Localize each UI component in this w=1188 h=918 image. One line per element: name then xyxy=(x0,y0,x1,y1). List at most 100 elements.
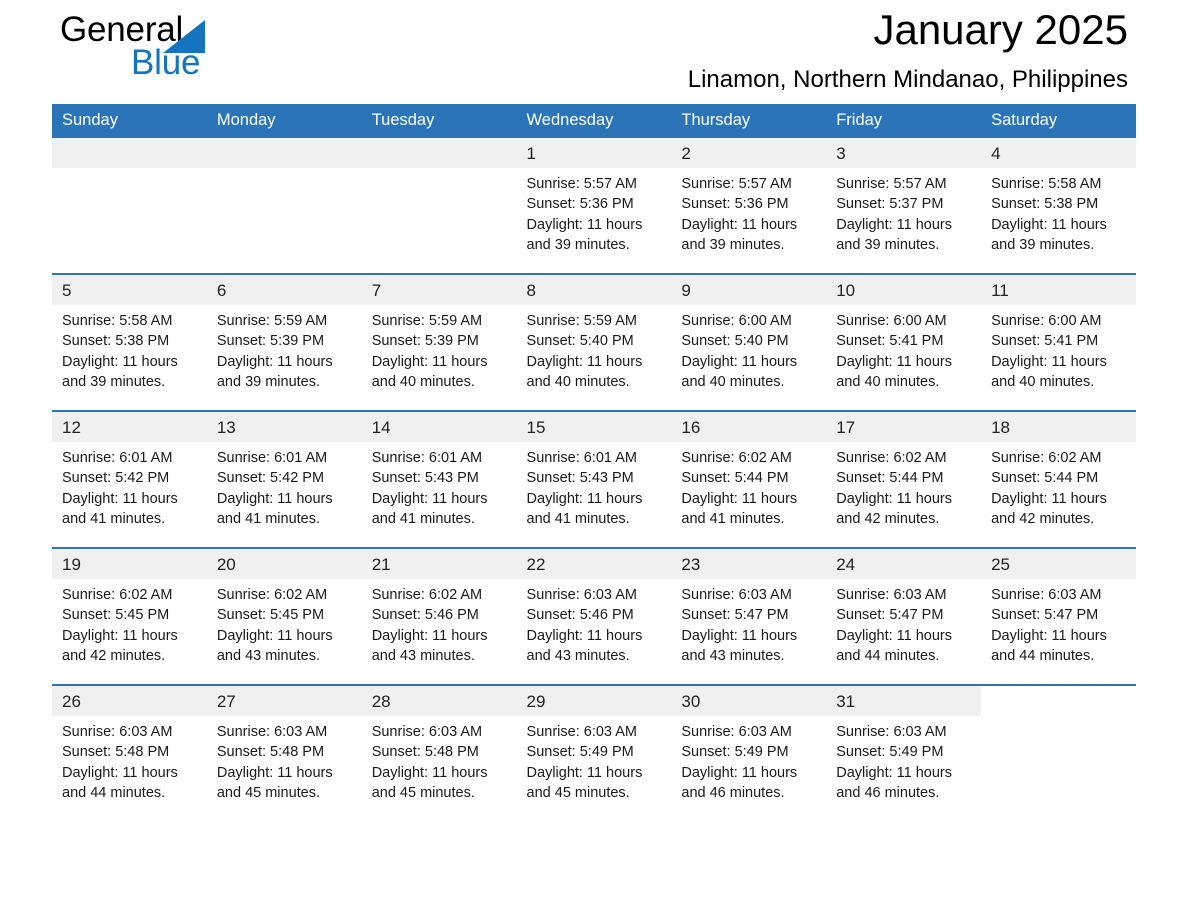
day-number xyxy=(981,686,1136,716)
detail-daylight-1: Daylight: 11 hours xyxy=(526,216,643,233)
calendar-day-cell[interactable]: 2 Sunrise: 5:57 AM Sunset: 5:36 PM Daylight… xyxy=(671,138,827,274)
calendar-week-row: 12 Sunrise: 6:01 AM Sunset: 5:42 PM Dayligh… xyxy=(52,410,1136,548)
day-number: 31 xyxy=(826,686,982,716)
calendar-day-cell[interactable]: 7 Sunrise: 5:59 AM Sunset: 5:39 PM Daylight… xyxy=(361,273,517,411)
calendar-day-cell[interactable]: 6 Sunrise: 5:59 AM Sunset: 5:39 PM Daylight… xyxy=(206,273,362,411)
day-number: 8 xyxy=(516,275,672,305)
calendar-day-cell[interactable]: 20 Sunrise: 6:02 AM Sunset: 5:45 PM Dayligh… xyxy=(206,547,362,685)
detail-daylight-1: Daylight: 11 hours xyxy=(681,216,798,233)
day-number: 24 xyxy=(826,549,982,579)
day-number: 19 xyxy=(52,549,207,579)
detail-daylight-2: and 40 minutes. xyxy=(371,373,475,390)
weekday-header-thursday: Thursday xyxy=(671,104,827,138)
detail-sunrise: Sunrise: 5:59 AM xyxy=(216,313,328,329)
calendar-day-cell[interactable]: 16 Sunrise: 6:02 AM Sunset: 5:44 PM Dayligh… xyxy=(671,410,827,548)
general-blue-logo[interactable]: General Blue xyxy=(60,8,260,92)
day-cell-content: 12 Sunrise: 6:01 AM Sunset: 5:42 PM Dayligh… xyxy=(52,412,207,547)
detail-sunset: Sunset: 5:40 PM xyxy=(681,333,789,350)
calendar-day-cell[interactable]: 25 Sunrise: 6:03 AM Sunset: 5:47 PM Dayligh… xyxy=(981,547,1136,685)
calendar-day-cell[interactable]: 22 Sunrise: 6:03 AM Sunset: 5:46 PM Dayligh… xyxy=(516,547,672,685)
detail-sunset: Sunset: 5:41 PM xyxy=(836,333,944,350)
day-cell-content: 9 Sunrise: 6:00 AM Sunset: 5:40 PM Daylight… xyxy=(671,275,827,410)
detail-daylight-2: and 39 minutes. xyxy=(526,236,630,253)
detail-daylight-1: Daylight: 11 hours xyxy=(62,764,178,781)
day-details: Sunrise: 6:03 AM Sunset: 5:46 PM Daylight:… xyxy=(517,579,672,666)
day-details: Sunrise: 6:03 AM Sunset: 5:49 PM Daylight:… xyxy=(671,716,826,803)
calendar-day-cell[interactable]: 14 Sunrise: 6:01 AM Sunset: 5:43 PM Dayligh… xyxy=(361,410,517,548)
weekday-header-wednesday: Wednesday xyxy=(516,104,672,138)
detail-sunrise: Sunrise: 6:03 AM xyxy=(836,587,947,603)
weekday-header-saturday: Saturday xyxy=(981,104,1136,138)
day-cell-content: 6 Sunrise: 5:59 AM Sunset: 5:39 PM Daylight… xyxy=(206,275,362,410)
day-details: Sunrise: 5:59 AM Sunset: 5:39 PM Daylight:… xyxy=(207,305,362,392)
detail-sunrise: Sunrise: 6:03 AM xyxy=(526,587,637,603)
masthead: General Blue January 2025 Linamon, North… xyxy=(52,0,1136,104)
day-number: 30 xyxy=(671,686,827,716)
day-cell-content xyxy=(52,138,207,273)
detail-sunrise: Sunrise: 6:02 AM xyxy=(991,450,1102,466)
day-details: Sunrise: 5:58 AM Sunset: 5:38 PM Daylight:… xyxy=(981,168,1136,255)
detail-daylight-1: Daylight: 11 hours xyxy=(216,490,333,507)
calendar-day-cell[interactable]: 28 Sunrise: 6:03 AM Sunset: 5:48 PM Dayligh… xyxy=(361,684,517,821)
calendar-day-cell[interactable]: 13 Sunrise: 6:01 AM Sunset: 5:42 PM Dayligh… xyxy=(206,410,362,548)
detail-daylight-1: Daylight: 11 hours xyxy=(526,764,643,781)
calendar-day-cell[interactable]: 4 Sunrise: 5:58 AM Sunset: 5:38 PM Daylight… xyxy=(981,138,1136,274)
day-details: Sunrise: 6:03 AM Sunset: 5:48 PM Daylight:… xyxy=(207,716,362,803)
detail-daylight-2: and 43 minutes. xyxy=(526,647,630,664)
detail-daylight-2: and 45 minutes. xyxy=(371,784,475,801)
detail-daylight-2: and 40 minutes. xyxy=(991,373,1095,390)
calendar-day-cell[interactable]: 3 Sunrise: 5:57 AM Sunset: 5:37 PM Daylight… xyxy=(826,138,982,274)
day-number xyxy=(361,138,517,168)
day-details: Sunrise: 6:01 AM Sunset: 5:43 PM Daylight:… xyxy=(517,442,672,529)
calendar-day-cell[interactable]: 30 Sunrise: 6:03 AM Sunset: 5:49 PM Dayligh… xyxy=(671,684,827,821)
calendar-day-cell[interactable]: 17 Sunrise: 6:02 AM Sunset: 5:44 PM Dayligh… xyxy=(826,410,982,548)
calendar-day-cell[interactable]: 27 Sunrise: 6:03 AM Sunset: 5:48 PM Dayligh… xyxy=(206,684,362,821)
detail-sunset: Sunset: 5:45 PM xyxy=(216,607,325,624)
detail-daylight-1: Daylight: 11 hours xyxy=(371,490,488,507)
detail-sunrise: Sunrise: 6:02 AM xyxy=(836,450,947,466)
day-cell-content: 1 Sunrise: 5:57 AM Sunset: 5:36 PM Daylight… xyxy=(516,138,672,273)
day-details: Sunrise: 6:02 AM Sunset: 5:45 PM Daylight:… xyxy=(52,579,207,666)
detail-daylight-1: Daylight: 11 hours xyxy=(991,353,1107,370)
day-number: 27 xyxy=(206,686,362,716)
calendar-day-cell[interactable]: 12 Sunrise: 6:01 AM Sunset: 5:42 PM Dayligh… xyxy=(52,410,207,548)
calendar-day-cell[interactable]: 26 Sunrise: 6:03 AM Sunset: 5:48 PM Dayligh… xyxy=(52,684,207,821)
calendar-day-cell[interactable]: 5 Sunrise: 5:58 AM Sunset: 5:38 PM Daylight… xyxy=(52,273,207,411)
detail-sunset: Sunset: 5:44 PM xyxy=(836,470,944,487)
detail-daylight-2: and 39 minutes. xyxy=(62,373,166,390)
detail-daylight-1: Daylight: 11 hours xyxy=(62,627,178,644)
detail-daylight-1: Daylight: 11 hours xyxy=(991,216,1107,233)
day-number: 23 xyxy=(671,549,827,579)
day-number xyxy=(52,138,207,168)
day-number: 6 xyxy=(206,275,362,305)
detail-daylight-1: Daylight: 11 hours xyxy=(371,764,488,781)
calendar-day-cell[interactable]: 8 Sunrise: 5:59 AM Sunset: 5:40 PM Daylight… xyxy=(516,273,672,411)
calendar-day-cell[interactable]: 31 Sunrise: 6:03 AM Sunset: 5:49 PM Dayligh… xyxy=(826,684,982,821)
detail-daylight-1: Daylight: 11 hours xyxy=(216,353,333,370)
calendar-day-cell[interactable]: 1 Sunrise: 5:57 AM Sunset: 5:36 PM Daylight… xyxy=(516,138,672,274)
day-cell-content xyxy=(981,686,1136,821)
calendar-day-cell[interactable]: 19 Sunrise: 6:02 AM Sunset: 5:45 PM Dayligh… xyxy=(52,547,207,685)
calendar-day-cell[interactable]: 23 Sunrise: 6:03 AM Sunset: 5:47 PM Dayligh… xyxy=(671,547,827,685)
calendar-day-cell[interactable]: 18 Sunrise: 6:02 AM Sunset: 5:44 PM Dayligh… xyxy=(981,410,1136,548)
calendar-day-cell[interactable]: 21 Sunrise: 6:02 AM Sunset: 5:46 PM Dayligh… xyxy=(361,547,517,685)
calendar-day-cell[interactable]: 10 Sunrise: 6:00 AM Sunset: 5:41 PM Dayligh… xyxy=(826,273,982,411)
day-details: Sunrise: 6:03 AM Sunset: 5:48 PM Daylight:… xyxy=(52,716,207,803)
detail-sunrise: Sunrise: 5:59 AM xyxy=(371,313,483,329)
detail-daylight-2: and 42 minutes. xyxy=(62,647,166,664)
day-details: Sunrise: 6:03 AM Sunset: 5:49 PM Daylight:… xyxy=(826,716,981,803)
calendar-day-cell[interactable]: 11 Sunrise: 6:00 AM Sunset: 5:41 PM Dayligh… xyxy=(981,273,1136,411)
day-cell-content: 16 Sunrise: 6:02 AM Sunset: 5:44 PM Dayligh… xyxy=(671,412,827,547)
calendar-day-cell[interactable]: 24 Sunrise: 6:03 AM Sunset: 5:47 PM Dayligh… xyxy=(826,547,982,685)
calendar-day-cell[interactable]: 15 Sunrise: 6:01 AM Sunset: 5:43 PM Dayligh… xyxy=(516,410,672,548)
day-details: Sunrise: 6:02 AM Sunset: 5:45 PM Daylight:… xyxy=(207,579,362,666)
detail-daylight-2: and 42 minutes. xyxy=(836,510,940,527)
detail-sunset: Sunset: 5:36 PM xyxy=(526,196,634,213)
day-details: Sunrise: 6:01 AM Sunset: 5:42 PM Daylight:… xyxy=(207,442,362,529)
detail-daylight-2: and 41 minutes. xyxy=(371,510,475,527)
calendar-day-cell[interactable]: 9 Sunrise: 6:00 AM Sunset: 5:40 PM Daylight… xyxy=(671,273,827,411)
detail-sunrise: Sunrise: 6:00 AM xyxy=(836,313,947,329)
day-number: 9 xyxy=(671,275,827,305)
day-details: Sunrise: 6:03 AM Sunset: 5:47 PM Daylight:… xyxy=(826,579,981,666)
calendar-day-cell[interactable]: 29 Sunrise: 6:03 AM Sunset: 5:49 PM Dayligh… xyxy=(516,684,672,821)
